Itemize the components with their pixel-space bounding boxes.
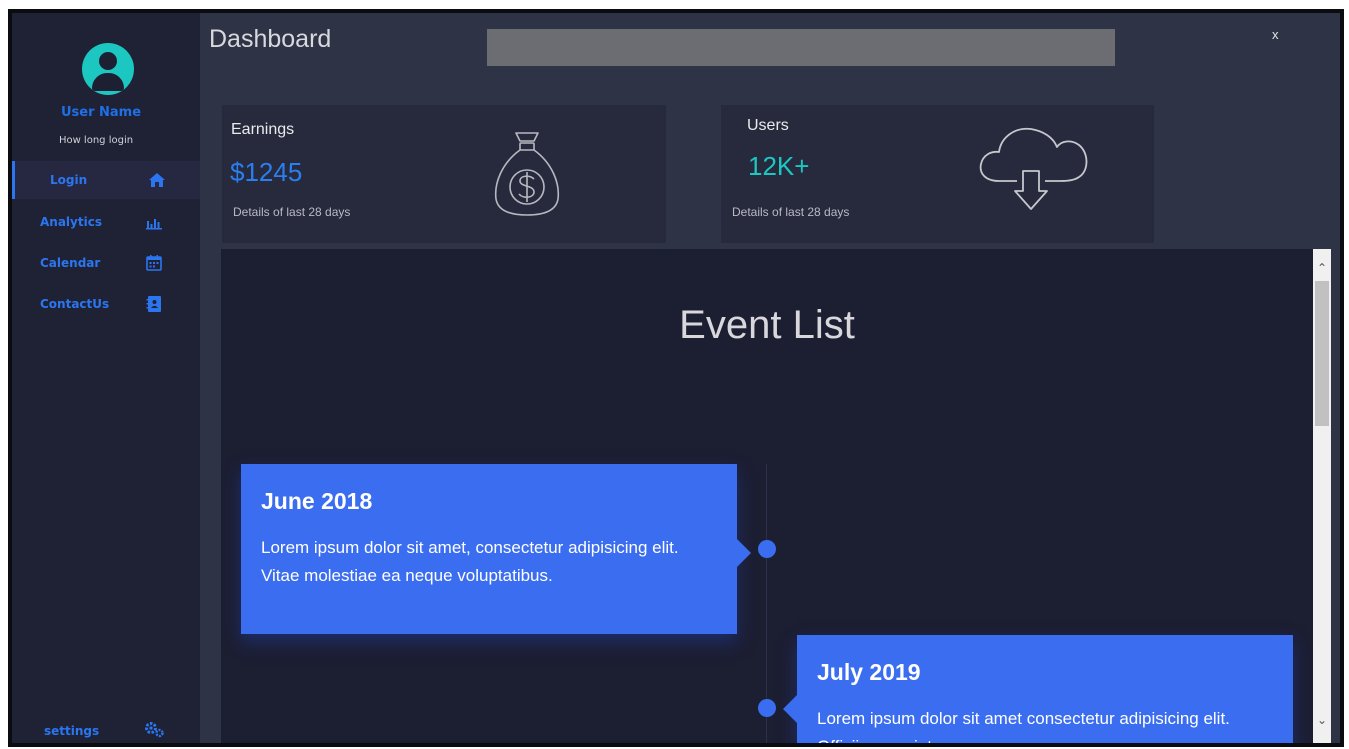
chevron-down-icon[interactable]: ⌄ — [1313, 711, 1331, 729]
home-icon — [149, 173, 165, 187]
users-value: 12K+ — [748, 151, 810, 181]
contact-book-icon — [146, 296, 161, 312]
sidebar-item-contactus[interactable]: ContactUs — [12, 285, 200, 323]
avatar[interactable] — [82, 43, 134, 95]
bar-chart-icon — [146, 219, 162, 230]
vertical-scrollbar[interactable]: ⌃ ⌄ — [1313, 249, 1331, 743]
sidebar-item-label: Calendar — [40, 256, 101, 270]
gears-icon — [145, 722, 164, 738]
timeline-dot — [758, 699, 776, 717]
sidebar-item-login[interactable]: Login — [12, 161, 200, 199]
event-pointer — [737, 539, 751, 567]
close-button[interactable]: x — [1272, 27, 1279, 42]
calendar-icon — [146, 255, 162, 271]
sidebar: User Name How long login Login Analytics… — [12, 13, 200, 743]
chevron-up-icon[interactable]: ⌃ — [1313, 259, 1331, 277]
avatar-body — [92, 73, 124, 91]
search-input[interactable] — [487, 29, 1115, 66]
timeline-dot — [758, 540, 776, 558]
sidebar-item-label: ContactUs — [40, 297, 110, 311]
earnings-card: Earnings $1245 Details of last 28 days — [222, 105, 666, 243]
page-title: Dashboard — [209, 25, 332, 53]
sidebar-item-analytics[interactable]: Analytics — [12, 203, 200, 241]
sidebar-item-label: Analytics — [40, 215, 102, 229]
money-bag-icon — [494, 132, 560, 216]
earnings-title: Earnings — [231, 121, 295, 138]
event-text: Lorem ipsum dolor sit amet consectetur a… — [817, 709, 1230, 743]
login-time: How long login — [58, 135, 134, 146]
event-list-panel: Event List June 2018 Lorem ipsum dolor s… — [221, 249, 1313, 743]
event-title: July 2019 — [817, 659, 921, 685]
earnings-detail: Details of last 28 days — [233, 205, 351, 219]
event-title: June 2018 — [261, 488, 373, 514]
avatar-head — [99, 52, 117, 70]
users-title: Users — [747, 117, 789, 134]
event-card[interactable]: July 2019 Lorem ipsum dolor sit amet con… — [783, 635, 1293, 743]
settings-label: settings — [44, 724, 100, 738]
event-card[interactable]: June 2018 Lorem ipsum dolor sit amet, co… — [241, 464, 751, 634]
event-pointer — [783, 695, 797, 723]
event-list-heading: Event List — [679, 303, 855, 347]
users-detail: Details of last 28 days — [732, 205, 850, 219]
sidebar-item-calendar[interactable]: Calendar — [12, 244, 200, 282]
app-window: User Name How long login Login Analytics… — [8, 9, 1344, 747]
sidebar-item-label: Login — [50, 173, 88, 187]
settings-button[interactable]: settings — [12, 718, 200, 743]
earnings-value: $1245 — [230, 157, 303, 187]
user-name: User Name — [60, 105, 142, 120]
event-text: Lorem ipsum dolor sit amet, consectetur … — [261, 538, 679, 585]
cloud-download-icon — [979, 127, 1088, 210]
users-card: Users 12K+ Details of last 28 days — [721, 105, 1154, 243]
scrollbar-thumb[interactable] — [1315, 281, 1329, 426]
